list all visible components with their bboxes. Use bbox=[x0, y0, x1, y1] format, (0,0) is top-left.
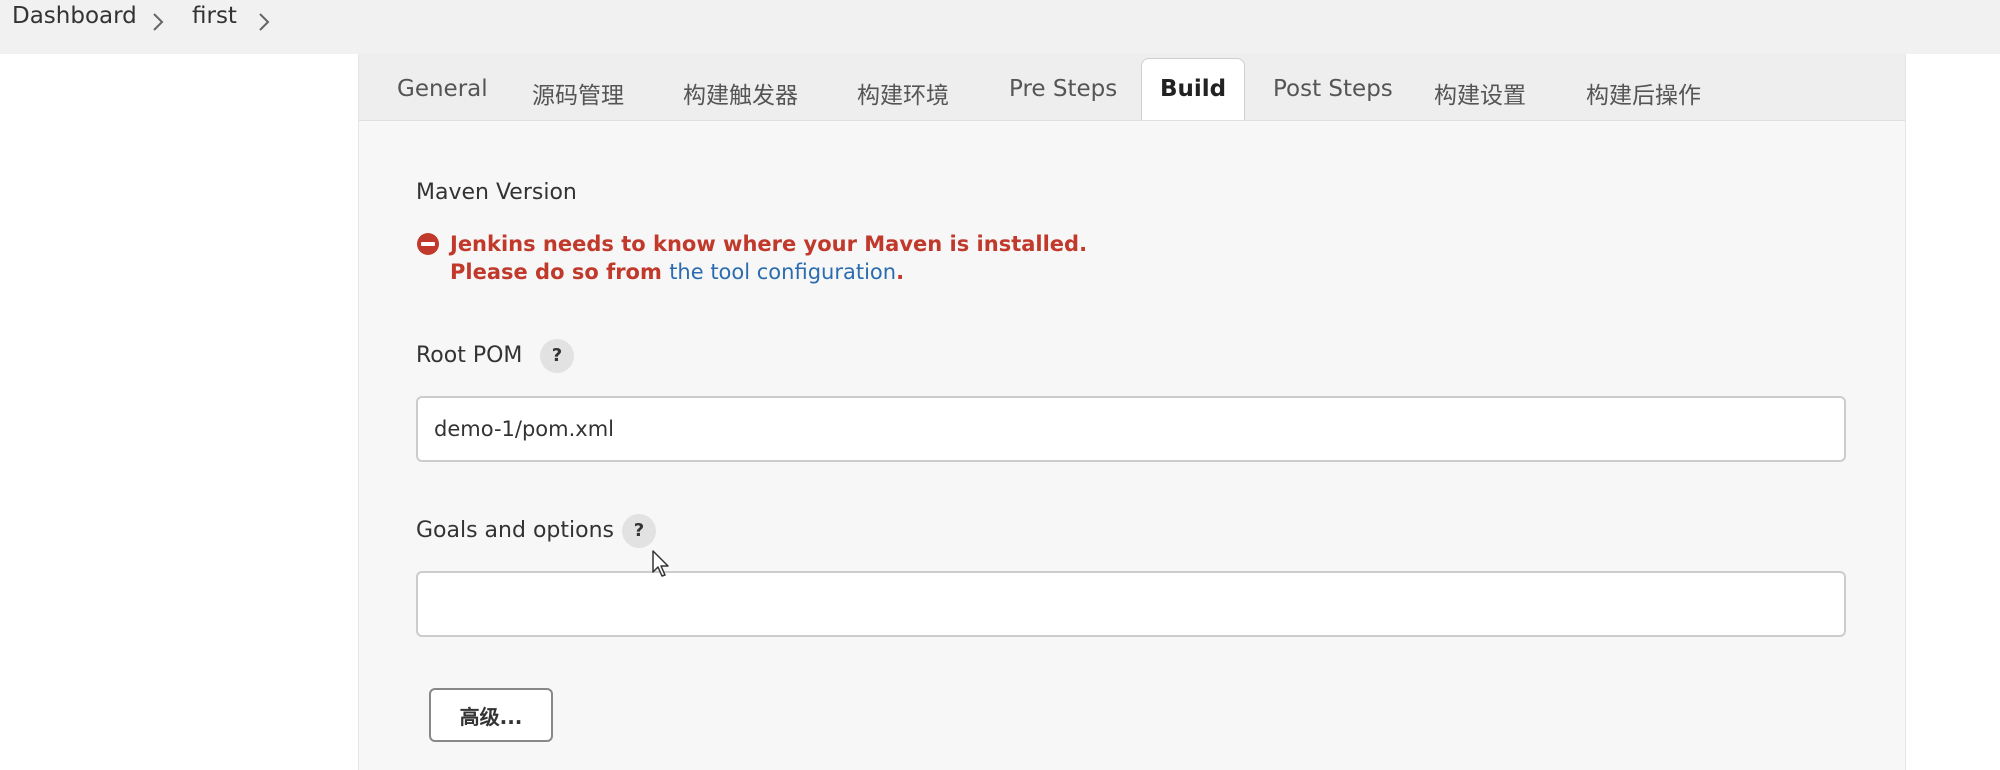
breadcrumb: Dashboard first bbox=[0, 0, 2000, 54]
root-pom-input[interactable] bbox=[416, 396, 1846, 462]
goals-options-label: Goals and options bbox=[416, 518, 614, 543]
tab-build-environment[interactable]: 构建环境 bbox=[857, 76, 949, 110]
tab-build[interactable]: Build bbox=[1141, 58, 1246, 120]
tab-general[interactable]: General bbox=[397, 76, 488, 102]
maven-error-message: Jenkins needs to know where your Maven i… bbox=[450, 232, 1088, 256]
tab-pre-steps[interactable]: Pre Steps bbox=[1009, 76, 1117, 102]
tab-post-steps[interactable]: Post Steps bbox=[1273, 76, 1393, 102]
tab-build-settings[interactable]: 构建设置 bbox=[1434, 76, 1526, 110]
tab-source-code-management[interactable]: 源码管理 bbox=[532, 76, 624, 110]
no-entry-icon bbox=[416, 232, 440, 256]
goals-options-help-icon[interactable]: ? bbox=[622, 514, 656, 548]
breadcrumb-first[interactable]: first bbox=[192, 3, 237, 29]
root-pom-help-icon[interactable]: ? bbox=[540, 339, 574, 373]
breadcrumb-dashboard[interactable]: Dashboard bbox=[12, 3, 137, 29]
tab-build-triggers[interactable]: 构建触发器 bbox=[683, 76, 798, 110]
goals-options-input[interactable] bbox=[416, 571, 1846, 637]
maven-error-hint-suffix: . bbox=[896, 260, 905, 284]
chevron-right-icon[interactable] bbox=[152, 11, 164, 33]
mouse-pointer-icon bbox=[652, 550, 672, 578]
maven-error-hint-prefix: Please do so from bbox=[450, 260, 670, 284]
root-pom-label: Root POM bbox=[416, 343, 523, 368]
maven-version-label: Maven Version bbox=[416, 180, 577, 205]
tab-bar: General 源码管理 构建触发器 构建环境 Pre Steps Build … bbox=[359, 54, 1905, 121]
tool-configuration-link[interactable]: the tool configuration bbox=[669, 260, 896, 284]
advanced-button[interactable]: 高级... bbox=[429, 688, 553, 742]
chevron-right-icon[interactable] bbox=[258, 11, 270, 33]
maven-error-hint: Please do so from the tool configuration… bbox=[450, 260, 904, 284]
tab-post-build-actions[interactable]: 构建后操作 bbox=[1586, 76, 1701, 110]
